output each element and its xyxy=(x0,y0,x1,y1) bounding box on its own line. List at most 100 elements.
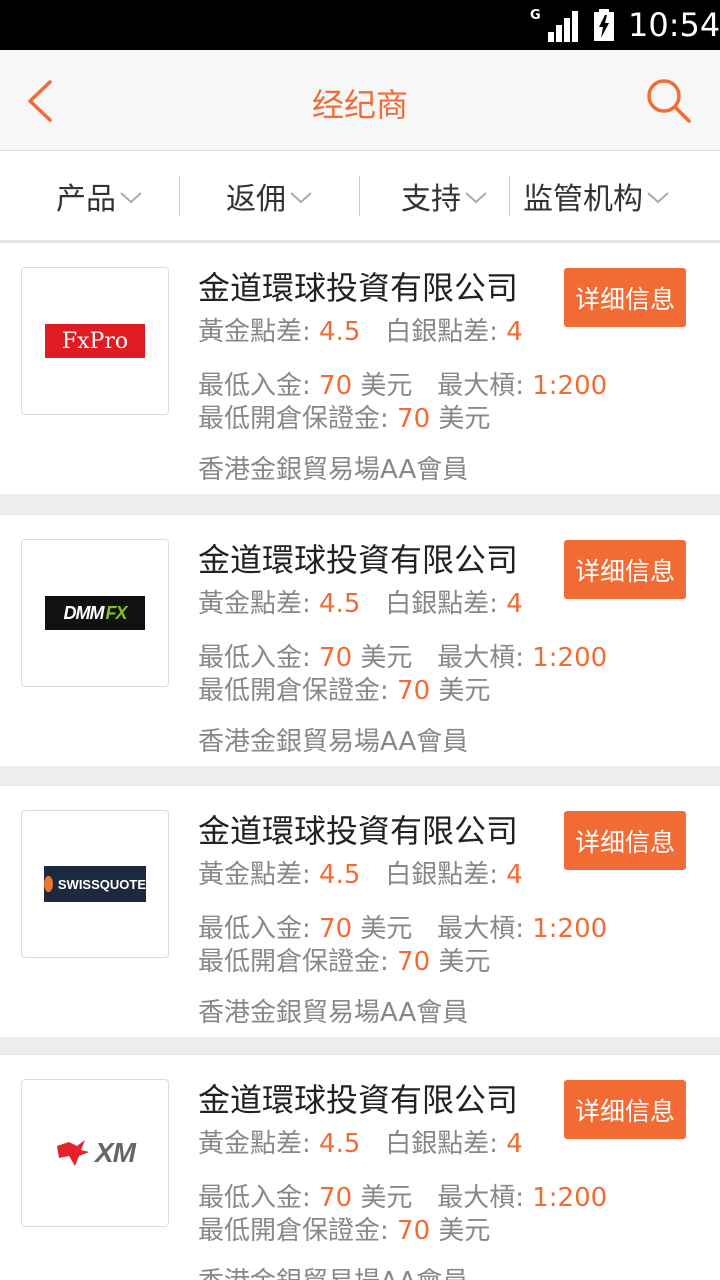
min-margin-value: 70 xyxy=(397,947,431,977)
deposit-row: 最低入金: 70 美元 最大槓: 1:200 xyxy=(198,637,607,674)
currency-label: 美元 xyxy=(360,914,413,944)
membership-text: 香港金銀貿易場AA會員 xyxy=(198,727,469,757)
filter-product[interactable]: 产品 xyxy=(20,151,180,240)
filter-label: 监管机构 xyxy=(523,181,643,217)
broker-logo: DMM FX xyxy=(21,539,169,687)
min-deposit-label: 最低入金: xyxy=(198,643,311,673)
currency-label: 美元 xyxy=(438,947,491,977)
gold-spread-value: 4.5 xyxy=(319,317,361,347)
status-bar: G 10:54 xyxy=(0,0,720,50)
app-header: 经纪商 xyxy=(0,50,720,151)
company-name: 金道環球投資有限公司 xyxy=(198,269,519,307)
max-leverage-value: 1:200 xyxy=(532,371,608,401)
chevron-down-icon xyxy=(647,191,669,203)
gold-spread-label: 黃金點差: xyxy=(198,1129,311,1159)
detail-button[interactable]: 详细信息 xyxy=(564,1080,686,1139)
min-margin-value: 70 xyxy=(397,404,431,434)
margin-row: 最低開倉保證金: 70 美元 xyxy=(198,1210,490,1247)
membership-text: 香港金銀貿易場AA會員 xyxy=(198,998,469,1028)
silver-spread-value: 4 xyxy=(506,860,523,890)
deposit-row: 最低入金: 70 美元 最大槓: 1:200 xyxy=(198,365,607,402)
max-leverage-label: 最大槓: xyxy=(437,643,524,673)
broker-card[interactable]: SWISSQUOTE 金道環球投資有限公司 黃金點差: 4.5 白銀點差: 4 … xyxy=(0,785,720,1037)
margin-row: 最低開倉保證金: 70 美元 xyxy=(198,398,490,435)
min-margin-value: 70 xyxy=(397,676,431,706)
silver-spread-value: 4 xyxy=(506,1129,523,1159)
filter-bar: 产品 返佣 支持 监管机构 xyxy=(0,151,720,242)
min-deposit-value: 70 xyxy=(319,643,353,673)
filter-label: 返佣 xyxy=(226,181,286,217)
dmm-fx-logo: DMM FX xyxy=(45,596,145,630)
min-deposit-label: 最低入金: xyxy=(198,1183,311,1213)
broker-logo: FxPro xyxy=(21,267,169,415)
logo-text: SWISSQUOTE xyxy=(57,876,146,892)
spread-row: 黃金點差: 4.5 白銀點差: 4 xyxy=(198,854,523,891)
membership-text: 香港金銀貿易場AA會員 xyxy=(198,1261,468,1280)
spread-row: 黃金點差: 4.5 白銀點差: 4 xyxy=(198,1123,523,1160)
min-deposit-value: 70 xyxy=(319,371,353,401)
max-leverage-label: 最大槓: xyxy=(437,371,524,401)
currency-label: 美元 xyxy=(360,1183,413,1213)
search-icon[interactable] xyxy=(644,76,692,124)
card-separator xyxy=(0,766,720,786)
gold-spread-value: 4.5 xyxy=(319,589,361,619)
currency-label: 美元 xyxy=(360,371,413,401)
min-deposit-value: 70 xyxy=(319,914,353,944)
filter-label: 产品 xyxy=(56,181,116,217)
min-margin-label: 最低開倉保證金: xyxy=(198,1216,389,1246)
silver-spread-label: 白銀點差: xyxy=(385,860,498,890)
logo-text: DMM xyxy=(63,602,104,623)
filter-label: 支持 xyxy=(401,181,461,217)
max-leverage-label: 最大槓: xyxy=(437,914,524,944)
logo-accent-text: FX xyxy=(105,602,127,623)
broker-card[interactable]: FxPro 金道環球投資有限公司 黃金點差: 4.5 白銀點差: 4 最低入金:… xyxy=(0,242,720,494)
membership-text: 香港金銀貿易場AA會員 xyxy=(198,455,469,485)
signal-icon xyxy=(548,11,578,42)
filter-divider xyxy=(509,176,510,216)
silver-spread-label: 白銀點差: xyxy=(385,1129,498,1159)
filter-regulator[interactable]: 监管机构 xyxy=(512,151,682,240)
currency-label: 美元 xyxy=(438,1216,491,1246)
currency-label: 美元 xyxy=(438,404,491,434)
battery-charging-icon xyxy=(594,9,614,41)
broker-card[interactable]: XM 金道環球投資有限公司 黃金點差: 4.5 白銀點差: 4 最低入金: 70… xyxy=(0,1054,720,1280)
deposit-row: 最低入金: 70 美元 最大槓: 1:200 xyxy=(198,1177,607,1214)
company-name: 金道環球投資有限公司 xyxy=(198,541,519,579)
max-leverage-value: 1:200 xyxy=(532,1183,608,1213)
gold-spread-label: 黃金點差: xyxy=(198,589,311,619)
gold-spread-label: 黃金點差: xyxy=(198,860,311,890)
broker-logo: XM xyxy=(21,1079,169,1227)
currency-label: 美元 xyxy=(360,643,413,673)
broker-card[interactable]: DMM FX 金道環球投資有限公司 黃金點差: 4.5 白銀點差: 4 最低入金:… xyxy=(0,514,720,766)
silver-spread-label: 白銀點差: xyxy=(385,317,498,347)
gold-spread-value: 4.5 xyxy=(319,860,361,890)
swissquote-mark-icon xyxy=(44,876,53,892)
filter-rebate[interactable]: 返佣 xyxy=(180,151,360,240)
chevron-down-icon xyxy=(290,191,312,203)
min-margin-label: 最低開倉保證金: xyxy=(198,676,389,706)
spread-row: 黃金點差: 4.5 白銀點差: 4 xyxy=(198,583,523,620)
deposit-row: 最低入金: 70 美元 最大槓: 1:200 xyxy=(198,908,607,945)
company-name: 金道環球投資有限公司 xyxy=(198,1081,519,1119)
broker-logo: SWISSQUOTE xyxy=(21,810,169,958)
chevron-down-icon xyxy=(465,191,487,203)
logo-text: XM xyxy=(95,1137,136,1168)
gold-spread-label: 黃金點差: xyxy=(198,317,311,347)
filter-support[interactable]: 支持 xyxy=(380,151,510,240)
detail-button[interactable]: 详细信息 xyxy=(564,540,686,599)
xm-bull-icon xyxy=(57,1140,89,1166)
min-margin-label: 最低開倉保證金: xyxy=(198,947,389,977)
min-margin-label: 最低開倉保證金: xyxy=(198,404,389,434)
fxpro-logo: FxPro xyxy=(45,324,145,358)
currency-label: 美元 xyxy=(438,676,491,706)
max-leverage-label: 最大槓: xyxy=(437,1183,524,1213)
chevron-down-icon xyxy=(120,191,142,203)
filter-divider xyxy=(359,176,360,216)
card-separator xyxy=(0,494,720,514)
silver-spread-value: 4 xyxy=(506,317,523,347)
clock: 10:54 xyxy=(628,6,720,44)
min-deposit-label: 最低入金: xyxy=(198,914,311,944)
detail-button[interactable]: 详细信息 xyxy=(564,268,686,327)
detail-button[interactable]: 详细信息 xyxy=(564,811,686,870)
min-deposit-value: 70 xyxy=(319,1183,353,1213)
